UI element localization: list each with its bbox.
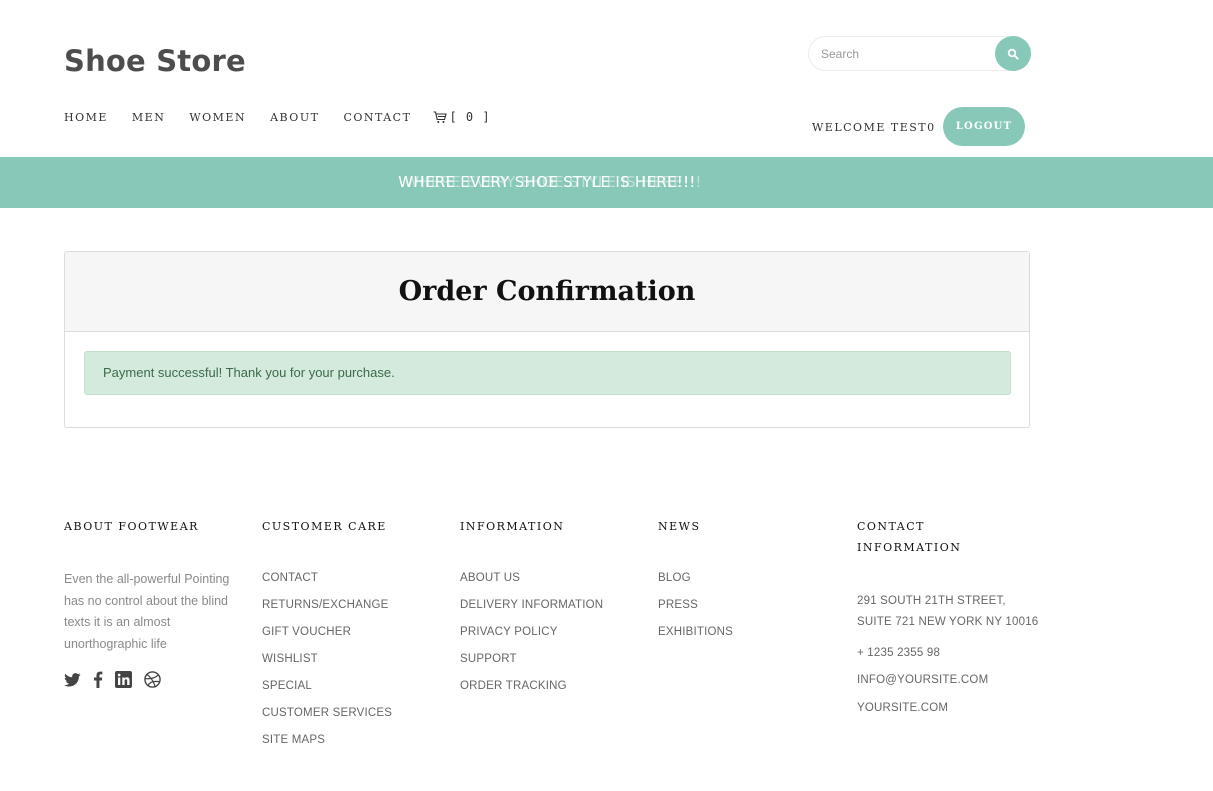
footer-news: NEWS BLOG PRESS EXHIBITIONS: [658, 516, 733, 638]
social-links: [64, 671, 239, 688]
search-button[interactable]: [995, 36, 1031, 71]
main-nav: HOME MEN WOMEN ABOUT CONTACT [ 0 ]: [64, 110, 491, 124]
about-text: Even the all-powerful Pointing has no co…: [64, 572, 230, 651]
cart-link[interactable]: [ 0 ]: [433, 110, 490, 124]
footer-heading-customer-care: CUSTOMER CARE: [262, 520, 387, 533]
footer-link-blog[interactable]: BLOG: [658, 572, 733, 584]
facebook-icon[interactable]: [93, 671, 103, 688]
page-title: Order Confirmation: [398, 276, 696, 307]
contact-email[interactable]: INFO@YOURSITE.COM: [857, 674, 1038, 686]
card-header: Order Confirmation: [65, 252, 1029, 332]
banner-text: WHERE EVERY SHOE STYLE IS HERE!!!: [398, 173, 696, 191]
nav-home[interactable]: HOME: [64, 111, 108, 124]
footer-customer-care: CUSTOMER CARE CONTACT RETURNS/EXCHANGE G…: [262, 516, 392, 746]
dribbble-icon[interactable]: [144, 671, 161, 688]
contact-phone[interactable]: + 1235 2355 98: [857, 647, 1038, 659]
footer-heading-about: ABOUT FOOTWEAR: [64, 520, 199, 533]
footer-heading-contact: CONTACT: [857, 520, 925, 533]
nav-men[interactable]: MEN: [132, 111, 165, 124]
cart-count: [ 0 ]: [449, 110, 491, 124]
promo-banner: WHERE EVERY SHOE STYLE IS HERE!!! WHERE …: [0, 157, 1213, 208]
footer-link-exhibitions[interactable]: EXHIBITIONS: [658, 626, 733, 638]
welcome-text: WELCOME TEST0: [812, 121, 936, 134]
footer-link-press[interactable]: PRESS: [658, 599, 733, 611]
footer-heading-information: INFORMATION: [460, 520, 565, 533]
brand-logo[interactable]: Shoe Store: [64, 44, 246, 78]
nav-about[interactable]: ABOUT: [270, 111, 319, 124]
success-alert: Payment successful! Thank you for your p…: [84, 351, 1011, 395]
search-input[interactable]: [821, 45, 991, 63]
footer-link-special[interactable]: SPECIAL: [262, 680, 392, 692]
footer-heading-news: NEWS: [658, 520, 701, 533]
footer-link-support[interactable]: SUPPORT: [460, 653, 603, 665]
footer-link-about-us[interactable]: ABOUT US: [460, 572, 603, 584]
linkedin-icon[interactable]: [115, 671, 132, 688]
footer-link-privacy[interactable]: PRIVACY POLICY: [460, 626, 603, 638]
footer-heading-contact-2: INFORMATION: [857, 541, 962, 554]
order-confirmation-card: Order Confirmation Payment successful! T…: [64, 251, 1030, 428]
twitter-icon[interactable]: [64, 672, 81, 687]
nav-women[interactable]: WOMEN: [189, 111, 246, 124]
footer-about: ABOUT FOOTWEAR Even the all-powerful Poi…: [64, 516, 239, 688]
search-icon: [1007, 48, 1019, 60]
footer-link-gift-voucher[interactable]: GIFT VOUCHER: [262, 626, 392, 638]
contact-address-line1: 291 SOUTH 21TH STREET,: [857, 595, 1006, 607]
footer-information: INFORMATION ABOUT US DELIVERY INFORMATIO…: [460, 516, 603, 692]
logout-button[interactable]: LOGOUT: [943, 107, 1025, 146]
search-box: [808, 36, 1031, 71]
footer-link-site-maps[interactable]: SITE MAPS: [262, 734, 392, 746]
cart-icon: [433, 110, 448, 123]
contact-website[interactable]: YOURSITE.COM: [857, 702, 1038, 714]
footer-link-returns[interactable]: RETURNS/EXCHANGE: [262, 599, 392, 611]
footer-link-contact[interactable]: CONTACT: [262, 572, 392, 584]
footer-link-wishlist[interactable]: WISHLIST: [262, 653, 392, 665]
footer-link-delivery[interactable]: DELIVERY INFORMATION: [460, 599, 603, 611]
footer-link-customer-services[interactable]: CUSTOMER SERVICES: [262, 707, 392, 719]
nav-contact[interactable]: CONTACT: [343, 111, 411, 124]
footer-link-order-tracking[interactable]: ORDER TRACKING: [460, 680, 603, 692]
footer-contact: CONTACT INFORMATION 291 SOUTH 21TH STREE…: [857, 516, 1038, 714]
contact-address-line2: SUITE 721 NEW YORK NY 10016: [857, 616, 1039, 628]
